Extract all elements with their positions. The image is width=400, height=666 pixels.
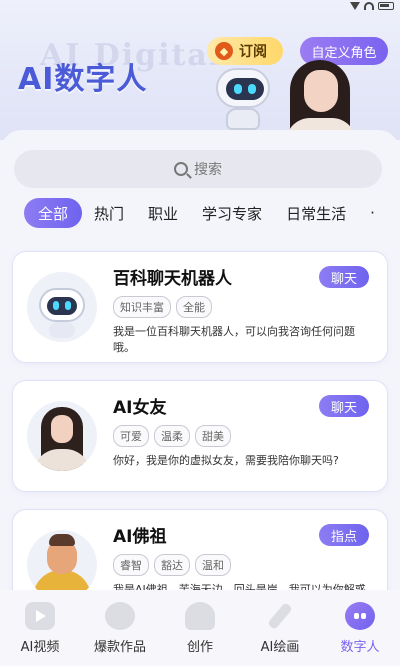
signal-icon [350,2,360,10]
tab-all[interactable]: 全部 [24,198,83,228]
tag: 豁达 [154,554,190,576]
status-bar [350,0,394,12]
tab-more[interactable]: · [358,198,387,228]
tab-study-expert[interactable]: 学习专家 [190,198,274,228]
chat-button[interactable]: 聊天 [319,266,369,288]
card-tags: 知识丰富 全能 [113,296,212,318]
header-banner: AI Digital AI数字人 ◆ 订阅 自定义角色 [0,0,400,140]
tab-daily-life[interactable]: 日常生活 [274,198,358,228]
card-title: AI佛祖 [113,527,167,547]
girlfriend-avatar [27,401,97,471]
nav-label: AI视频 [20,640,60,655]
card-description: 你好，我是你的虚拟女友，需要我陪你聊天吗? [113,454,339,467]
subscribe-label: 订阅 [239,44,267,60]
tag: 甜美 [195,425,231,447]
brush-icon [267,602,293,630]
nav-label: AI绘画 [260,640,300,655]
nav-ai-video[interactable]: AI视频 [5,602,75,666]
category-tabs: 全部 热门 职业 学习专家 日常生活 · [24,198,400,228]
digital-human-icon [345,602,375,630]
search-input[interactable]: 搜索 [14,150,382,188]
video-icon [25,602,55,630]
card-title: 百科聊天机器人 [113,269,232,289]
card-tags: 可爱 温柔 甜美 [113,425,231,447]
nav-ai-painting[interactable]: AI绘画 [245,602,315,666]
battery-icon [378,2,394,10]
card-title: AI女友 [113,398,167,418]
chat-button[interactable]: 聊天 [319,395,369,417]
card-description: 我是一位百科聊天机器人，可以向我咨询任何问题哦。 [113,325,355,354]
nav-label: 数字人 [340,640,380,655]
diamond-icon: ◆ [215,42,233,60]
guide-button[interactable]: 指点 [319,524,369,546]
tag: 温柔 [154,425,190,447]
tag: 可爱 [113,425,149,447]
character-card[interactable]: 百科聊天机器人 聊天 知识丰富 全能 我是一位百科聊天机器人，可以向我咨询任何问… [12,251,388,363]
nav-label: 爆款作品 [93,640,146,655]
subscribe-button[interactable]: ◆ 订阅 [207,37,283,65]
main-panel: 搜索 全部 热门 职业 学习专家 日常生活 · 百科聊天机器人 聊天 知识丰富 … [0,130,400,621]
robot-illustration [208,66,278,130]
tag: 温和 [195,554,231,576]
tab-career[interactable]: 职业 [136,198,190,228]
card-tags: 睿智 豁达 温和 [113,554,231,576]
character-card[interactable]: AI女友 聊天 可爱 温柔 甜美 你好，我是你的虚拟女友，需要我陪你聊天吗? [12,380,388,492]
nav-digital-human[interactable]: 数字人 [325,602,395,666]
tag: 全能 [176,296,212,318]
nav-label: 创作 [186,640,213,655]
woman-illustration [282,60,358,140]
tag: 知识丰富 [113,296,171,318]
wifi-icon [364,2,374,10]
search-placeholder: 搜索 [194,162,222,178]
tag: 睿智 [113,554,149,576]
nav-create[interactable]: 创作 [165,602,235,666]
nav-popular-works[interactable]: 爆款作品 [85,602,155,666]
flame-icon [105,602,135,630]
lightbulb-icon [185,602,215,630]
bottom-nav: AI视频 爆款作品 创作 AI绘画 数字人 [0,590,400,666]
robot-avatar [27,272,97,342]
search-icon [174,162,188,176]
page-title: AI数字人 [18,62,148,97]
tab-hot[interactable]: 热门 [82,198,136,228]
